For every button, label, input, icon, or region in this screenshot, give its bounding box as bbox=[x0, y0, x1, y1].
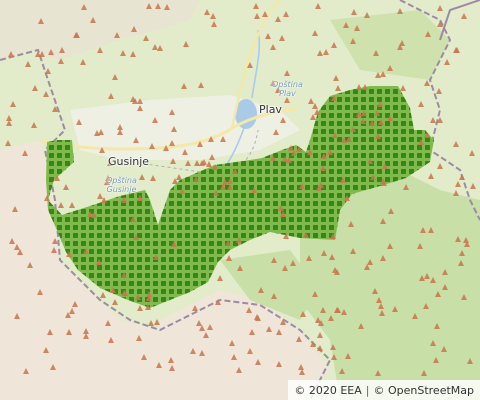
municipality-label-plav: Opština Plav bbox=[272, 80, 303, 98]
attribution-eea[interactable]: © 2020 EEA bbox=[294, 384, 361, 397]
municipality-label-gusinje-line1: Opština bbox=[106, 176, 137, 185]
attribution-osm[interactable]: © OpenStreetMap bbox=[373, 384, 474, 397]
municipality-label-gusinje-line2: Gusinje bbox=[106, 185, 137, 194]
map-canvas[interactable] bbox=[0, 0, 480, 400]
map-attribution: © 2020 EEA | © OpenStreetMap bbox=[288, 380, 480, 400]
municipality-label-gusinje: Opština Gusinje bbox=[106, 176, 137, 194]
place-label-gusinje[interactable]: Gusinje bbox=[108, 155, 149, 168]
attribution-separator: | bbox=[365, 383, 370, 397]
map-view[interactable]: Plav Gusinje Opština Plav Opština Gusinj… bbox=[0, 0, 480, 400]
place-label-plav[interactable]: Plav bbox=[259, 103, 282, 116]
municipality-label-plav-line1: Opština bbox=[272, 80, 303, 89]
municipality-label-plav-line2: Plav bbox=[279, 89, 296, 98]
